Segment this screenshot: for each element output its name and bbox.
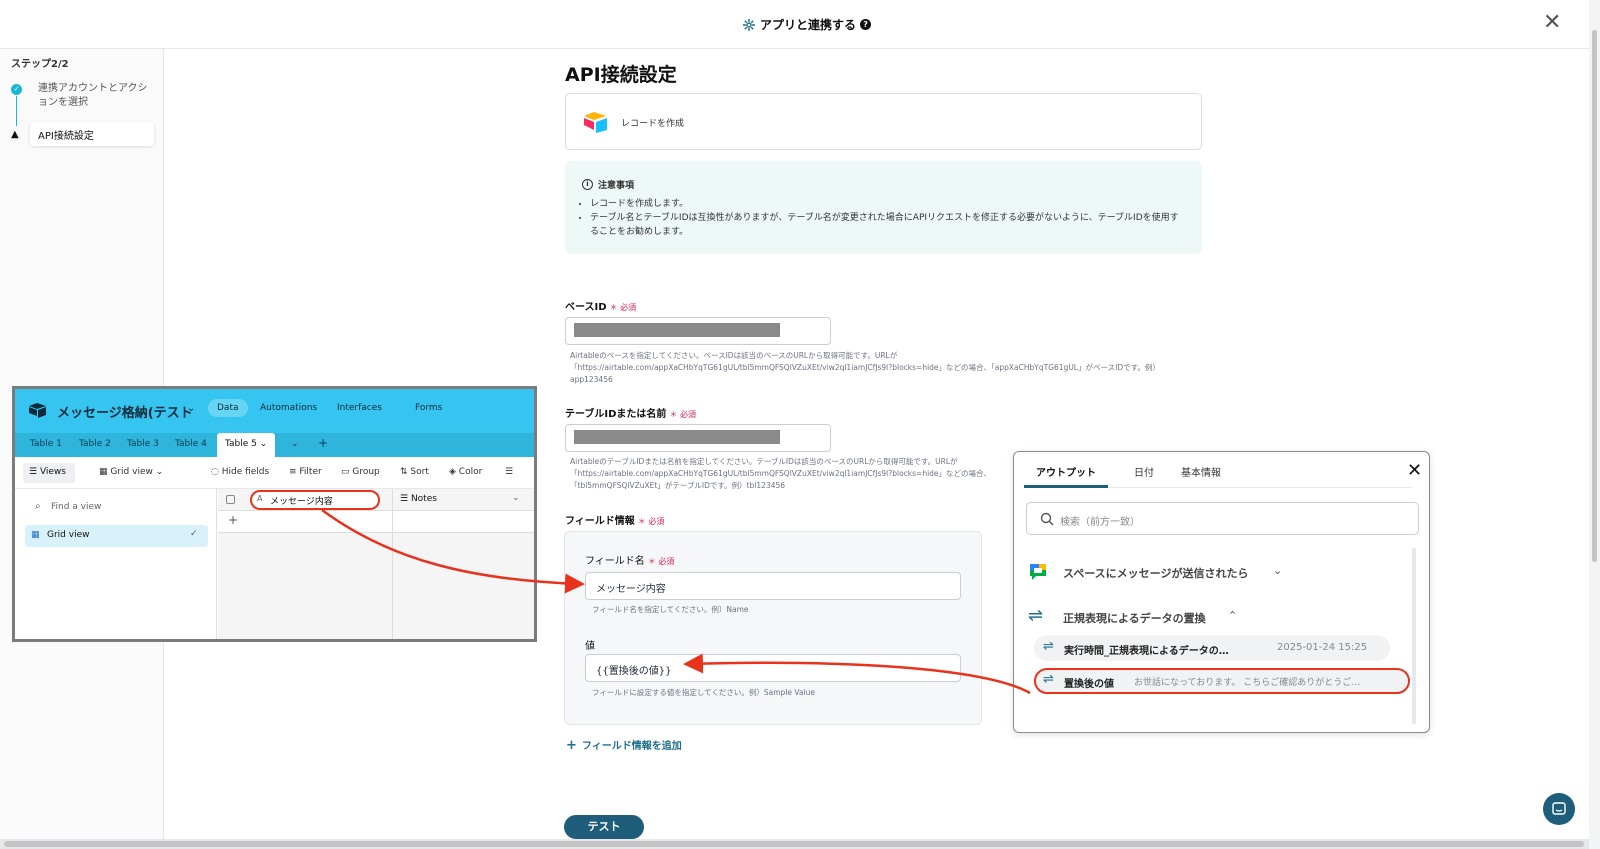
chat-icon — [1552, 802, 1566, 815]
chat-support-button[interactable] — [1543, 793, 1575, 825]
scrollbar-thumb[interactable] — [4, 841, 1584, 847]
vertical-scrollbar[interactable] — [1589, 0, 1600, 849]
annotation-arrow-column-to-field — [321, 508, 585, 594]
scrollbar-thumb[interactable] — [1592, 30, 1597, 562]
horizontal-scrollbar[interactable] — [0, 839, 1589, 849]
annotation-arrow-output-to-value — [683, 653, 1031, 695]
annotation-arrows — [321, 508, 1031, 695]
